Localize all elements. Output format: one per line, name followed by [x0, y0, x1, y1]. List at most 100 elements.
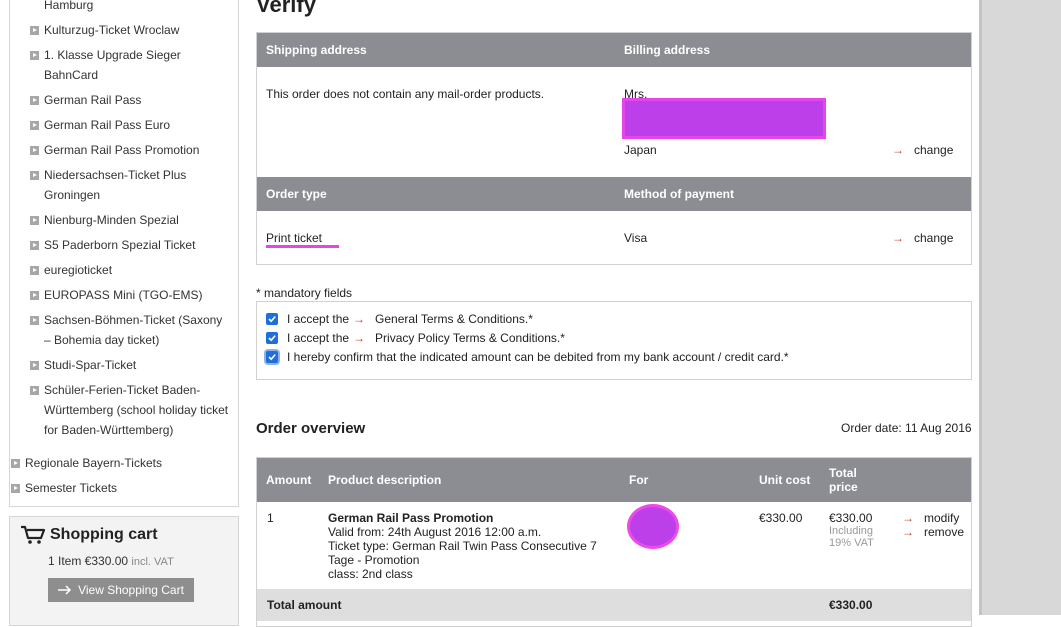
- page-background-right: [982, 0, 1061, 615]
- sidebar-item-label: German Rail Pass Promotion: [44, 143, 200, 157]
- cart-vat-note: incl. VAT: [131, 556, 174, 568]
- sidebar-item-label: German Rail Pass: [44, 93, 142, 107]
- bullet-arrow-icon: [30, 96, 39, 105]
- sidebar-item-niedersachsen[interactable]: Niedersachsen-Ticket Plus Groningen: [30, 165, 230, 205]
- sidebar-item-label: Nienburg-Minden Spezial: [44, 213, 179, 227]
- cart-item-total: 1 Item €330.00: [48, 554, 129, 568]
- bullet-arrow-icon: [30, 171, 39, 180]
- general-terms-checkbox[interactable]: [266, 313, 278, 325]
- arrow-right-icon: [58, 585, 72, 595]
- cart-title: Shopping cart: [50, 526, 158, 543]
- sidebar-item-label: German Rail Pass Euro: [44, 118, 171, 132]
- verify-details-table: Shipping address Billing address This or…: [256, 32, 972, 265]
- sidebar-item-label: Sachsen-Böhmen-Ticket (Saxony – Bohemia …: [44, 313, 223, 347]
- sidebar-item-label: Hamburg: [44, 0, 94, 12]
- sidebar-item-upgrade-bahncard[interactable]: 1. Klasse Upgrade Sieger BahnCard: [30, 45, 230, 85]
- bullet-arrow-icon: [30, 216, 39, 225]
- terms-checkbox-group: I accept the → General Terms & Condition…: [256, 301, 972, 380]
- check-icon: [268, 316, 276, 323]
- product-ticket-type-cont: Tage - Promotion: [328, 553, 420, 567]
- total-price-value: €330.00: [829, 511, 873, 525]
- address-header-band: Shipping address Billing address: [257, 33, 971, 67]
- vat-rate: 19% VAT: [829, 537, 874, 549]
- modify-item-link[interactable]: → modify: [902, 511, 959, 525]
- sidebar-item-kulturzug[interactable]: Kulturzug-Ticket Wroclaw: [30, 20, 230, 40]
- vat-including: Including: [829, 525, 874, 537]
- total-amount-label: Total amount: [267, 598, 342, 612]
- sidebar-item-label: Niedersachsen-Ticket Plus Groningen: [44, 168, 187, 202]
- cart-summary: 1 Item €330.00 incl. VAT: [48, 554, 174, 568]
- general-terms-link[interactable]: General Terms & Conditions.*: [375, 312, 533, 326]
- sidebar-item-german-rail-pass-euro[interactable]: German Rail Pass Euro: [30, 115, 230, 135]
- check-icon: [268, 335, 276, 342]
- mandatory-fields-note: * mandatory fields: [256, 286, 353, 300]
- debit-confirmation-row: I hereby confirm that the indicated amou…: [266, 350, 789, 364]
- arrow-right-icon: →: [353, 312, 366, 326]
- bullet-arrow-icon: [30, 361, 39, 370]
- privacy-policy-checkbox[interactable]: [266, 332, 278, 344]
- bullet-arrow-icon: [11, 459, 20, 468]
- redacted-traveller-name: [627, 504, 679, 549]
- highlight-underline: [266, 245, 339, 248]
- billing-address-header: Billing address: [624, 43, 711, 57]
- privacy-policy-link[interactable]: Privacy Policy Terms & Conditions.*: [375, 331, 565, 345]
- redacted-billing-name: [622, 98, 826, 139]
- sidebar-item-german-rail-pass[interactable]: German Rail Pass: [30, 90, 230, 110]
- cart-header: Shopping cart: [20, 525, 158, 545]
- sidebar-item-semester-tickets[interactable]: Semester Tickets: [11, 478, 231, 498]
- product-ticket-type: Ticket type: German Rail Twin Pass Conse…: [328, 539, 597, 553]
- debit-confirmation-checkbox[interactable]: [266, 351, 278, 363]
- row-amount: 1: [267, 511, 274, 525]
- column-amount: Amount: [266, 473, 312, 487]
- sidebar-item-regionale-bayern[interactable]: Regionale Bayern-Tickets: [11, 453, 231, 473]
- product-class: class: 2nd class: [328, 567, 413, 581]
- bullet-arrow-icon: [30, 316, 39, 325]
- debit-confirmation-text: I hereby confirm that the indicated amou…: [287, 350, 789, 364]
- shipping-address-text: This order does not contain any mail-ord…: [266, 87, 545, 101]
- sidebar-item-label: Kulturzug-Ticket Wroclaw: [44, 23, 180, 37]
- total-amount-value: €330.00: [829, 598, 873, 612]
- sidebar-item-s5-paderborn[interactable]: S5 Paderborn Spezial Ticket: [30, 235, 230, 255]
- arrow-right-icon: →: [902, 511, 914, 525]
- bullet-arrow-icon: [30, 26, 39, 35]
- bullet-arrow-icon: [30, 51, 39, 60]
- sidebar-item-label: Schüler-Ferien-Ticket Baden-Württemberg …: [44, 383, 229, 437]
- view-shopping-cart-button[interactable]: View Shopping Cart: [48, 578, 194, 602]
- sidebar-item-label: Studi-Spar-Ticket: [44, 358, 137, 372]
- general-terms-row: I accept the → General Terms & Condition…: [266, 312, 533, 326]
- sidebar-item-label: EUROPASS Mini (TGO-EMS): [44, 288, 203, 302]
- change-billing-address-link[interactable]: → change: [892, 143, 953, 157]
- arrow-right-icon: →: [892, 231, 904, 245]
- change-payment-method-link[interactable]: → change: [892, 231, 953, 245]
- sidebar-item-label: Regionale Bayern-Tickets: [25, 456, 162, 470]
- column-unit-cost: Unit cost: [759, 473, 811, 487]
- view-shopping-cart-label: View Shopping Cart: [78, 583, 184, 597]
- sidebar-item-euregioticket[interactable]: euregioticket: [30, 260, 230, 280]
- privacy-terms-row: I accept the → Privacy Policy Terms & Co…: [266, 331, 565, 345]
- shopping-cart-panel: Shopping cart 1 Item €330.00 incl. VAT V…: [9, 516, 239, 626]
- sidebar-item-sachsen-boehmen[interactable]: Sachsen-Böhmen-Ticket (Saxony – Bohemia …: [30, 310, 230, 350]
- change-label: change: [914, 143, 954, 157]
- order-overview-table: Amount Product description For Unit cost…: [256, 457, 972, 627]
- total-amount-row: Total amount €330.00: [257, 589, 971, 621]
- check-icon: [268, 354, 276, 361]
- column-for: For: [629, 473, 649, 487]
- sidebar-item-hamburg[interactable]: Hamburg: [30, 0, 230, 15]
- remove-item-link[interactable]: → remove: [902, 525, 964, 539]
- sidebar-item-studi-spar[interactable]: Studi-Spar-Ticket: [30, 355, 230, 375]
- sidebar-item-label: Semester Tickets: [25, 481, 118, 495]
- sidebar-item-label: euregioticket: [44, 263, 113, 277]
- sidebar-item-schueler-ferien[interactable]: Schüler-Ferien-Ticket Baden-Württemberg …: [30, 380, 230, 440]
- column-total-price: Total price: [829, 466, 858, 494]
- bullet-arrow-icon: [30, 241, 39, 250]
- unit-cost-value: €330.00: [759, 511, 803, 525]
- order-type-header-band: Order type Method of payment: [257, 177, 971, 211]
- sidebar-item-europass-mini[interactable]: EUROPASS Mini (TGO-EMS): [30, 285, 230, 305]
- billing-country: Japan: [624, 143, 657, 157]
- change-label: change: [914, 231, 954, 245]
- sidebar-item-nienburg[interactable]: Nienburg-Minden Spezial: [30, 210, 230, 230]
- page-border: [979, 0, 982, 615]
- sidebar-item-label: 1. Klasse Upgrade Sieger BahnCard: [44, 48, 181, 82]
- terms-prefix: I accept the: [287, 331, 350, 345]
- sidebar-item-german-rail-pass-promotion[interactable]: German Rail Pass Promotion: [30, 140, 230, 160]
